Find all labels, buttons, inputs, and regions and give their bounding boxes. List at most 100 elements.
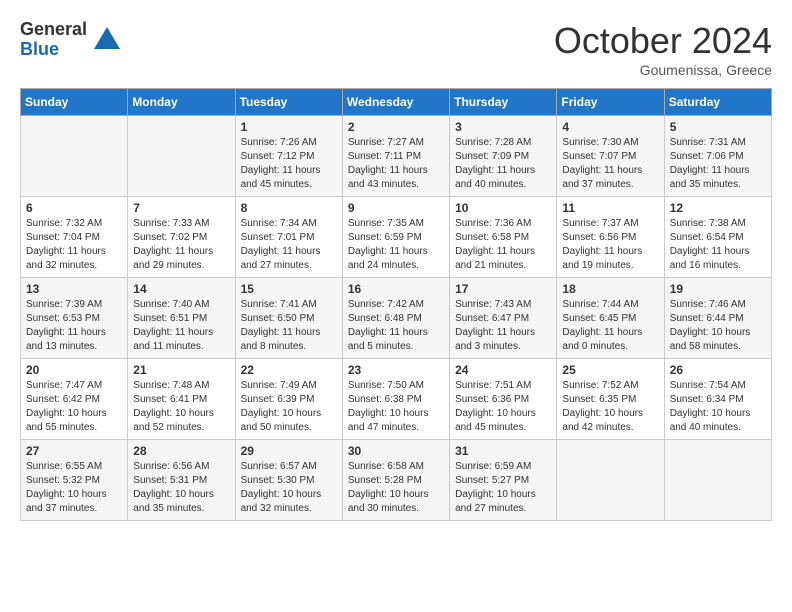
calendar-cell: 17Sunrise: 7:43 AM Sunset: 6:47 PM Dayli…: [450, 278, 557, 359]
logo-blue: Blue: [20, 40, 87, 60]
calendar-cell: 2 Sunrise: 7:27 AM Sunset: 7:11 PM Daylig…: [342, 116, 449, 197]
header-row: SundayMondayTuesdayWednesdayThursdayFrid…: [21, 89, 772, 116]
day-number: 31: [455, 444, 551, 458]
day-number: 10: [455, 201, 551, 215]
day-info: Sunrise: 7:38 AM Sunset: 6:54 PM Dayligh…: [670, 217, 766, 273]
calendar-cell: 13Sunrise: 7:39 AM Sunset: 6:53 PM Dayli…: [21, 278, 128, 359]
header-cell-saturday: Saturday: [664, 89, 771, 116]
calendar-cell: 20 Sunrise: 7:47 AM Sunset: 6:42 PM Dayli…: [21, 359, 128, 440]
day-number: 19: [670, 282, 766, 296]
header-cell-thursday: Thursday: [450, 89, 557, 116]
calendar-cell: 18 Sunrise: 7:44 AM Sunset: 6:45 PM Dayli…: [557, 278, 664, 359]
logo-general: General: [20, 20, 87, 40]
day-info: Sunrise: 6:59 AM Sunset: 5:27 PM Dayligh…: [455, 460, 551, 516]
calendar-cell: 26 Sunrise: 7:54 AM Sunset: 6:34 PM Dayli…: [664, 359, 771, 440]
day-info: Sunrise: 7:34 AM Sunset: 7:01 PM Dayligh…: [241, 217, 337, 273]
day-info: Sunrise: 7:51 AM Sunset: 6:36 PM Dayligh…: [455, 379, 551, 435]
day-info: Sunrise: 7:37 AM Sunset: 6:56 PM Dayligh…: [562, 217, 658, 273]
calendar-cell: 8 Sunrise: 7:34 AM Sunset: 7:01 PM Daylig…: [235, 197, 342, 278]
calendar-cell: 31 Sunrise: 6:59 AM Sunset: 5:27 PM Dayli…: [450, 440, 557, 521]
calendar-cell: 4Sunrise: 7:30 AM Sunset: 7:07 PM Daylig…: [557, 116, 664, 197]
calendar-cell: 1Sunrise: 7:26 AM Sunset: 7:12 PM Daylig…: [235, 116, 342, 197]
day-info: Sunrise: 7:41 AM Sunset: 6:50 PM Dayligh…: [241, 298, 337, 354]
calendar-cell: 9 Sunrise: 7:35 AM Sunset: 6:59 PM Daylig…: [342, 197, 449, 278]
month-title: October 2024: [554, 20, 772, 62]
calendar-week-row: 20 Sunrise: 7:47 AM Sunset: 6:42 PM Dayli…: [21, 359, 772, 440]
day-info: Sunrise: 7:52 AM Sunset: 6:35 PM Dayligh…: [562, 379, 658, 435]
calendar-cell: 5 Sunrise: 7:31 AM Sunset: 7:06 PM Daylig…: [664, 116, 771, 197]
day-info: Sunrise: 7:48 AM Sunset: 6:41 PM Dayligh…: [133, 379, 229, 435]
day-number: 20: [26, 363, 122, 377]
day-info: Sunrise: 7:36 AM Sunset: 6:58 PM Dayligh…: [455, 217, 551, 273]
calendar-cell: 29 Sunrise: 6:57 AM Sunset: 5:30 PM Dayli…: [235, 440, 342, 521]
day-number: 18: [562, 282, 658, 296]
calendar-cell: 11 Sunrise: 7:37 AM Sunset: 6:56 PM Dayli…: [557, 197, 664, 278]
calendar-cell: 6 Sunrise: 7:32 AM Sunset: 7:04 PM Daylig…: [21, 197, 128, 278]
day-number: 11: [562, 201, 658, 215]
day-info: Sunrise: 7:42 AM Sunset: 6:48 PM Dayligh…: [348, 298, 444, 354]
day-info: Sunrise: 7:33 AM Sunset: 7:02 PM Dayligh…: [133, 217, 229, 273]
day-info: Sunrise: 7:35 AM Sunset: 6:59 PM Dayligh…: [348, 217, 444, 273]
day-number: 5: [670, 120, 766, 134]
calendar-week-row: 13Sunrise: 7:39 AM Sunset: 6:53 PM Dayli…: [21, 278, 772, 359]
calendar-body: 1Sunrise: 7:26 AM Sunset: 7:12 PM Daylig…: [21, 116, 772, 521]
day-number: 6: [26, 201, 122, 215]
day-number: 23: [348, 363, 444, 377]
day-info: Sunrise: 7:26 AM Sunset: 7:12 PM Dayligh…: [241, 136, 337, 192]
header-cell-tuesday: Tuesday: [235, 89, 342, 116]
calendar-table: SundayMondayTuesdayWednesdayThursdayFrid…: [20, 88, 772, 521]
day-info: Sunrise: 7:46 AM Sunset: 6:44 PM Dayligh…: [670, 298, 766, 354]
day-info: Sunrise: 6:57 AM Sunset: 5:30 PM Dayligh…: [241, 460, 337, 516]
day-info: Sunrise: 7:31 AM Sunset: 7:06 PM Dayligh…: [670, 136, 766, 192]
calendar-cell: [557, 440, 664, 521]
day-number: 22: [241, 363, 337, 377]
day-number: 2: [348, 120, 444, 134]
day-info: Sunrise: 7:44 AM Sunset: 6:45 PM Dayligh…: [562, 298, 658, 354]
day-number: 30: [348, 444, 444, 458]
calendar-cell: 23Sunrise: 7:50 AM Sunset: 6:38 PM Dayli…: [342, 359, 449, 440]
calendar-cell: 19 Sunrise: 7:46 AM Sunset: 6:44 PM Dayli…: [664, 278, 771, 359]
calendar-cell: [664, 440, 771, 521]
calendar-header: SundayMondayTuesdayWednesdayThursdayFrid…: [21, 89, 772, 116]
calendar-week-row: 6 Sunrise: 7:32 AM Sunset: 7:04 PM Daylig…: [21, 197, 772, 278]
day-number: 7: [133, 201, 229, 215]
day-info: Sunrise: 7:54 AM Sunset: 6:34 PM Dayligh…: [670, 379, 766, 435]
calendar-cell: 30 Sunrise: 6:58 AM Sunset: 5:28 PM Dayli…: [342, 440, 449, 521]
day-info: Sunrise: 7:40 AM Sunset: 6:51 PM Dayligh…: [133, 298, 229, 354]
day-number: 29: [241, 444, 337, 458]
day-number: 14: [133, 282, 229, 296]
title-block: October 2024 Goumenissa, Greece: [554, 20, 772, 78]
day-info: Sunrise: 7:47 AM Sunset: 6:42 PM Dayligh…: [26, 379, 122, 435]
day-info: Sunrise: 6:55 AM Sunset: 5:32 PM Dayligh…: [26, 460, 122, 516]
calendar-cell: 21Sunrise: 7:48 AM Sunset: 6:41 PM Dayli…: [128, 359, 235, 440]
calendar-cell: 3Sunrise: 7:28 AM Sunset: 7:09 PM Daylig…: [450, 116, 557, 197]
day-number: 17: [455, 282, 551, 296]
day-number: 4: [562, 120, 658, 134]
day-number: 28: [133, 444, 229, 458]
calendar-cell: [21, 116, 128, 197]
day-number: 9: [348, 201, 444, 215]
day-info: Sunrise: 7:49 AM Sunset: 6:39 PM Dayligh…: [241, 379, 337, 435]
calendar-cell: 7 Sunrise: 7:33 AM Sunset: 7:02 PM Daylig…: [128, 197, 235, 278]
day-number: 26: [670, 363, 766, 377]
location: Goumenissa, Greece: [554, 62, 772, 78]
calendar-week-row: 1Sunrise: 7:26 AM Sunset: 7:12 PM Daylig…: [21, 116, 772, 197]
calendar-cell: 14 Sunrise: 7:40 AM Sunset: 6:51 PM Dayli…: [128, 278, 235, 359]
day-info: Sunrise: 7:27 AM Sunset: 7:11 PM Dayligh…: [348, 136, 444, 192]
calendar-cell: [128, 116, 235, 197]
day-number: 8: [241, 201, 337, 215]
calendar-cell: 12Sunrise: 7:38 AM Sunset: 6:54 PM Dayli…: [664, 197, 771, 278]
day-number: 24: [455, 363, 551, 377]
calendar-cell: 16 Sunrise: 7:42 AM Sunset: 6:48 PM Dayli…: [342, 278, 449, 359]
logo-icon: [92, 25, 122, 55]
logo: General Blue: [20, 20, 122, 60]
calendar-cell: 27Sunrise: 6:55 AM Sunset: 5:32 PM Dayli…: [21, 440, 128, 521]
day-number: 16: [348, 282, 444, 296]
calendar-cell: 15 Sunrise: 7:41 AM Sunset: 6:50 PM Dayli…: [235, 278, 342, 359]
day-info: Sunrise: 6:58 AM Sunset: 5:28 PM Dayligh…: [348, 460, 444, 516]
day-info: Sunrise: 7:39 AM Sunset: 6:53 PM Dayligh…: [26, 298, 122, 354]
calendar-cell: 24 Sunrise: 7:51 AM Sunset: 6:36 PM Dayli…: [450, 359, 557, 440]
day-number: 25: [562, 363, 658, 377]
day-info: Sunrise: 7:32 AM Sunset: 7:04 PM Dayligh…: [26, 217, 122, 273]
day-number: 15: [241, 282, 337, 296]
